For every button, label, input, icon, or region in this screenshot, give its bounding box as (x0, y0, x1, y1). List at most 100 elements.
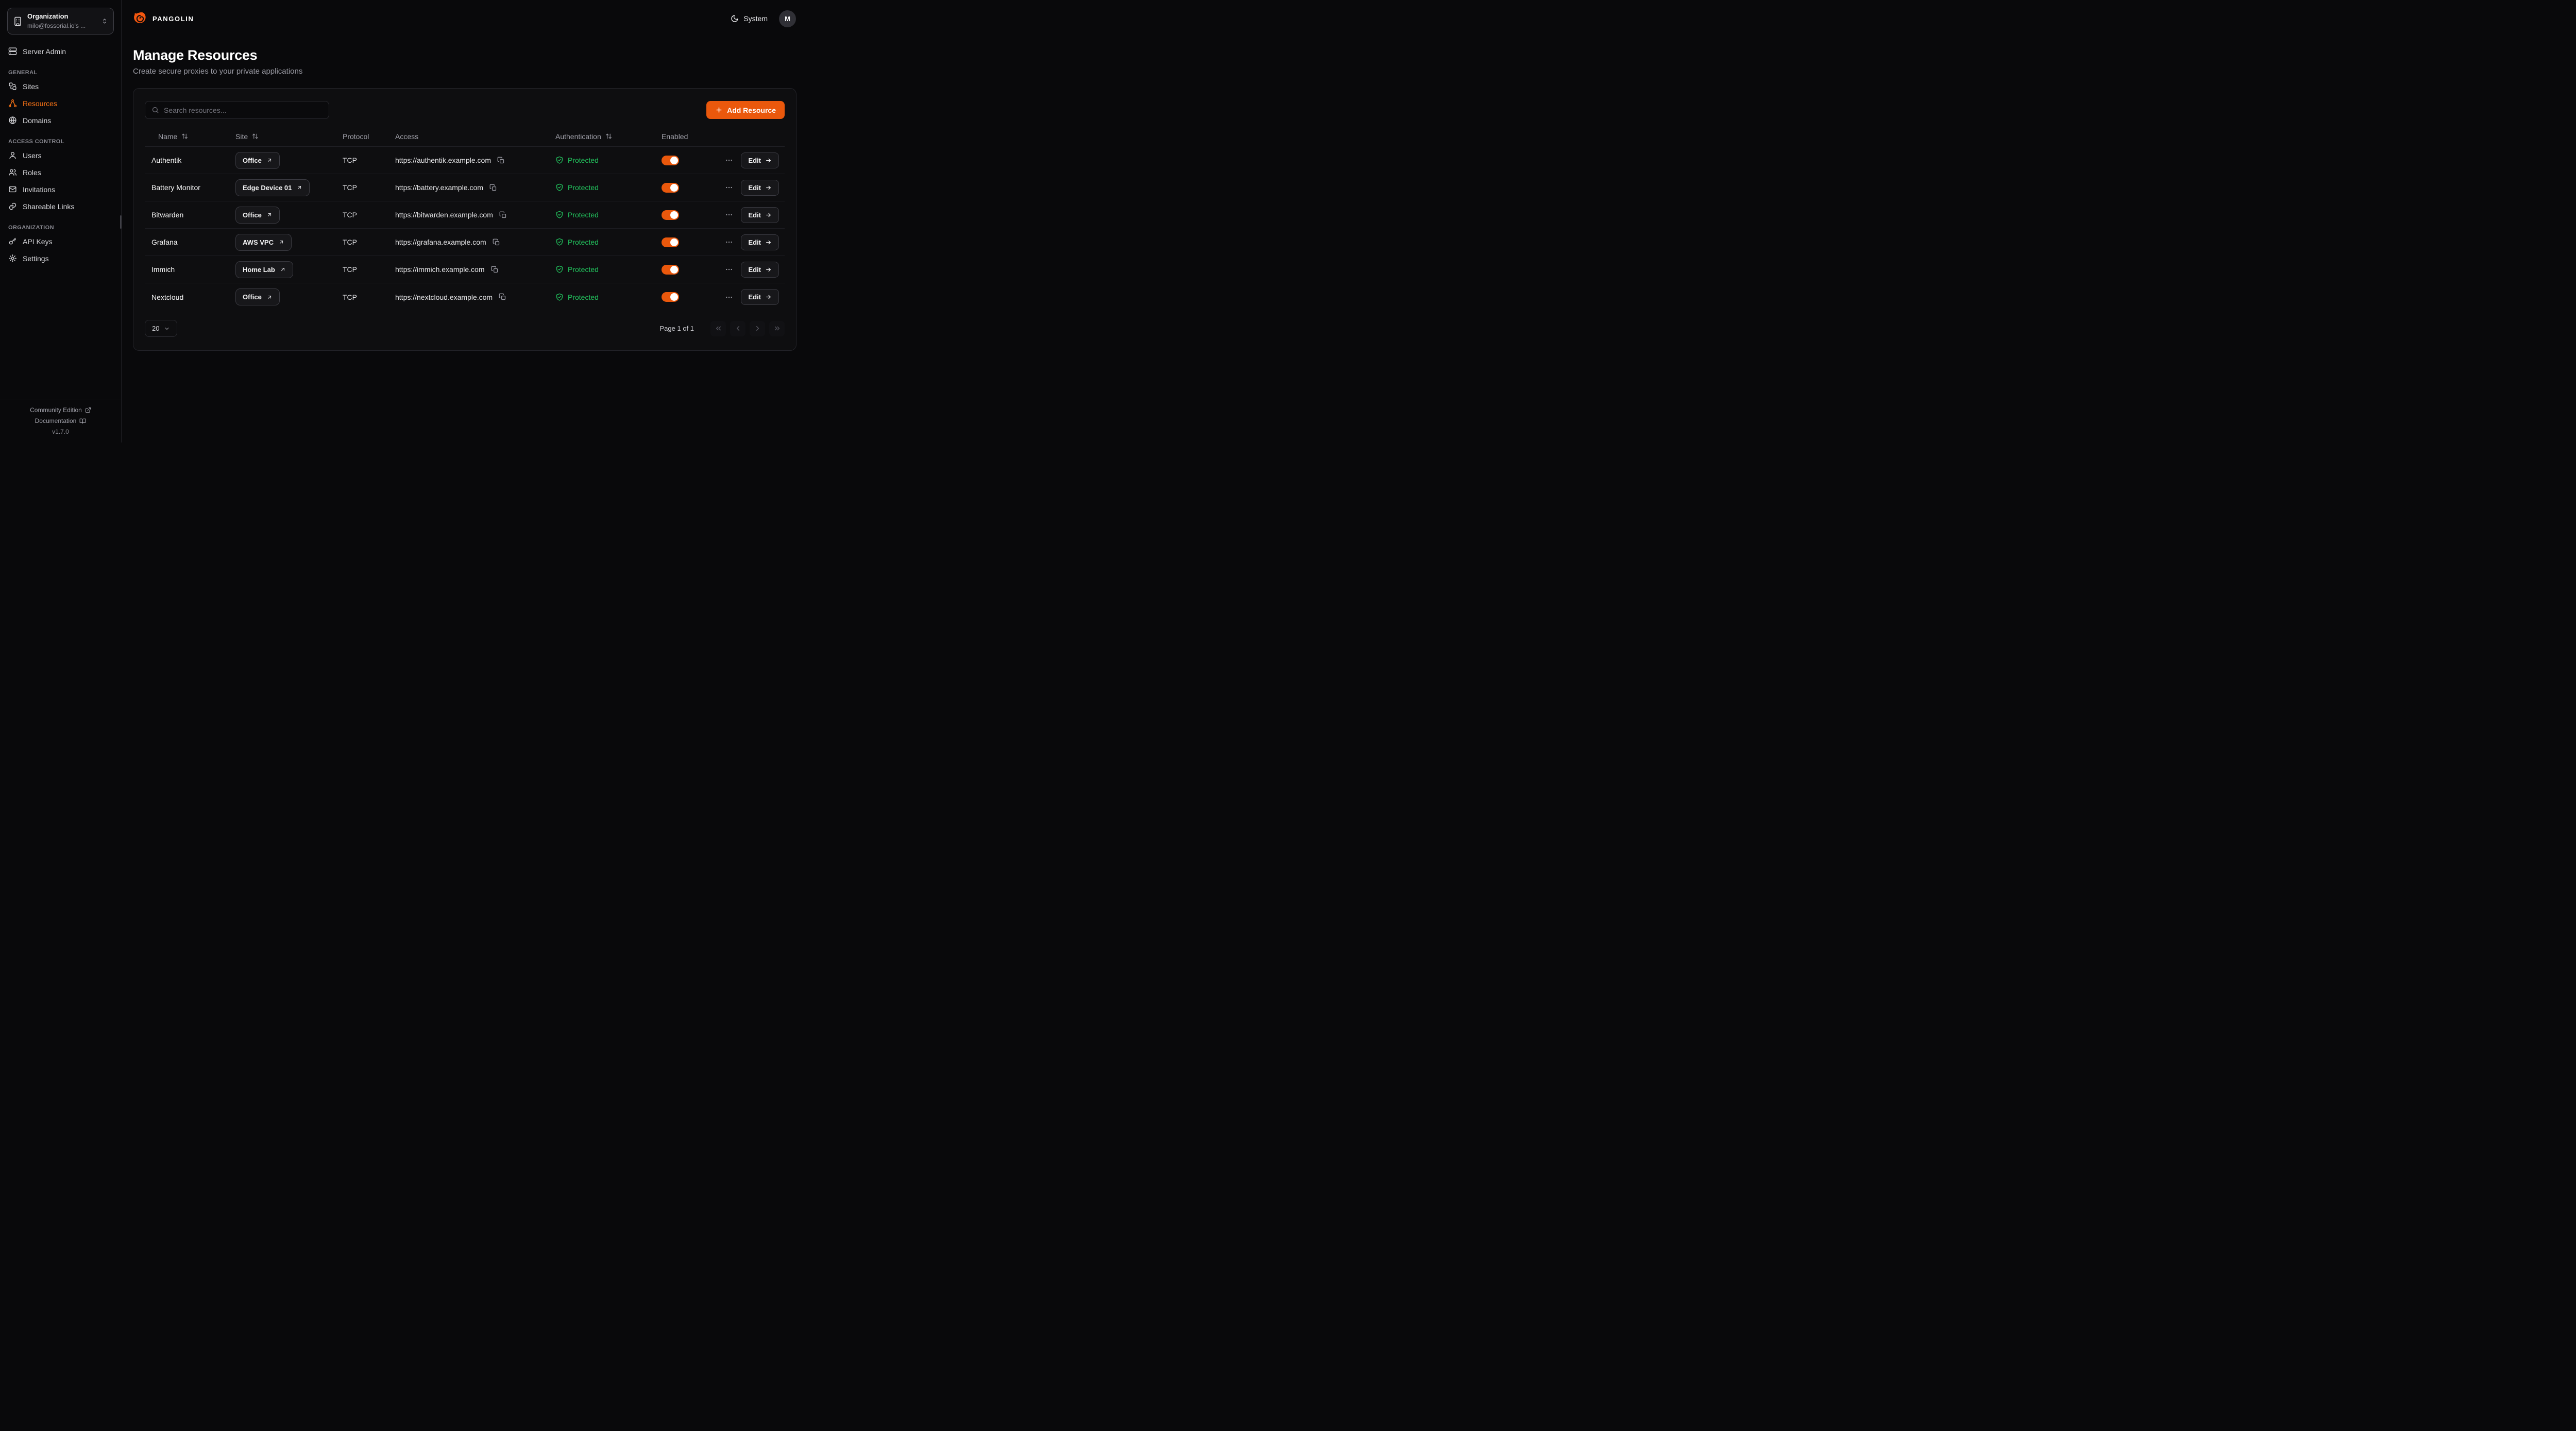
column-header-enabled: Enabled (655, 132, 717, 141)
auth-status: Protected (568, 211, 599, 219)
pagination-next-button[interactable] (750, 321, 765, 336)
topbar: PANGOLIN System M (122, 0, 808, 37)
arrow-up-right-icon (266, 294, 273, 300)
sidebar-item-label: Settings (23, 254, 49, 263)
resource-protocol: TCP (336, 238, 388, 246)
arrow-up-right-icon (280, 266, 286, 272)
row-actions-button[interactable] (724, 292, 734, 302)
sidebar-item-sites[interactable]: Sites (8, 78, 113, 95)
enabled-toggle[interactable] (662, 292, 679, 302)
row-actions-button[interactable] (724, 155, 734, 165)
table-row: Nextcloud Office TCP https://nextcloud.e… (145, 283, 785, 311)
sidebar-item-domains[interactable]: Domains (8, 112, 113, 129)
resource-url: https://battery.example.com (395, 183, 483, 192)
search-icon (151, 106, 159, 114)
edit-button[interactable]: Edit (741, 152, 779, 168)
column-label: Name (158, 132, 177, 141)
sites-icon (8, 82, 17, 91)
plus-icon (715, 106, 723, 114)
edit-label: Edit (748, 266, 761, 274)
edit-label: Edit (748, 184, 761, 192)
sidebar-item-label: Sites (23, 82, 39, 91)
sort-icon (252, 133, 259, 140)
page-size-select[interactable]: 20 (145, 320, 177, 337)
section-label-general: GENERAL (8, 70, 113, 76)
auth-status: Protected (568, 265, 599, 274)
community-edition-link[interactable]: Community Edition (30, 406, 91, 414)
site-name: Office (243, 211, 262, 219)
resources-card: Add Resource Name Site Protocol Access (133, 88, 796, 351)
enabled-toggle[interactable] (662, 265, 679, 275)
site-link-button[interactable]: Office (235, 288, 280, 305)
sidebar-item-roles[interactable]: Roles (8, 164, 113, 181)
site-link-button[interactable]: AWS VPC (235, 234, 292, 251)
enabled-toggle[interactable] (662, 156, 679, 165)
column-header-site[interactable]: Site (229, 132, 336, 141)
column-header-name[interactable]: Name (145, 132, 229, 141)
enabled-toggle[interactable] (662, 237, 679, 247)
brand-name: PANGOLIN (152, 15, 194, 23)
sidebar-item-api-keys[interactable]: API Keys (8, 233, 113, 250)
sidebar-item-shareable-links[interactable]: Shareable Links (8, 198, 113, 215)
page-info: Page 1 of 1 (660, 325, 694, 332)
theme-toggle[interactable]: System (731, 14, 768, 23)
sidebar-item-label: Resources (23, 99, 57, 108)
copy-url-button[interactable] (496, 156, 506, 165)
resource-name: Immich (145, 265, 229, 274)
site-link-button[interactable]: Office (235, 207, 280, 224)
sidebar-item-label: Server Admin (23, 47, 66, 56)
page-head: Manage Resources Create secure proxies t… (122, 37, 808, 76)
site-link-button[interactable]: Home Lab (235, 261, 293, 278)
site-link-button[interactable]: Edge Device 01 (235, 179, 310, 196)
sidebar-resize-handle[interactable] (120, 215, 122, 229)
sidebar-item-invitations[interactable]: Invitations (8, 181, 113, 198)
edit-button[interactable]: Edit (741, 262, 779, 278)
row-actions-button[interactable] (724, 264, 734, 275)
edit-button[interactable]: Edit (741, 180, 779, 196)
resource-name: Bitwarden (145, 211, 229, 219)
shield-check-icon (555, 211, 564, 219)
sidebar-item-users[interactable]: Users (8, 147, 113, 164)
add-resource-button[interactable]: Add Resource (706, 101, 785, 119)
brand: PANGOLIN (133, 11, 194, 26)
table-footer: 20 Page 1 of 1 (145, 320, 785, 337)
sidebar-item-server-admin[interactable]: Server Admin (8, 43, 113, 60)
resource-url: https://grafana.example.com (395, 238, 486, 246)
pagination-last-button[interactable] (769, 321, 785, 336)
enabled-toggle[interactable] (662, 210, 679, 220)
copy-url-button[interactable] (492, 237, 501, 247)
sidebar-item-settings[interactable]: Settings (8, 250, 113, 267)
copy-url-button[interactable] (488, 183, 498, 193)
shield-check-icon (555, 265, 564, 274)
sidebar-item-resources[interactable]: Resources (8, 95, 113, 112)
auth-status: Protected (568, 156, 599, 164)
documentation-link[interactable]: Documentation (35, 417, 87, 424)
user-avatar[interactable]: M (779, 10, 796, 27)
page-title: Manage Resources (133, 47, 796, 63)
row-actions-button[interactable] (724, 237, 734, 247)
documentation-label: Documentation (35, 417, 77, 424)
pagination-prev-button[interactable] (730, 321, 745, 336)
site-link-button[interactable]: Office (235, 152, 280, 169)
sidebar-item-label: Roles (23, 168, 41, 177)
edit-button[interactable]: Edit (741, 289, 779, 305)
arrow-right-icon (765, 212, 772, 218)
enabled-toggle[interactable] (662, 183, 679, 193)
auth-status: Protected (568, 183, 599, 192)
search-input[interactable] (164, 106, 323, 114)
edit-button[interactable]: Edit (741, 234, 779, 250)
copy-url-button[interactable] (498, 210, 508, 220)
org-selector[interactable]: Organization milo@fossorial.io's ... (7, 8, 114, 35)
pagination-first-button[interactable] (710, 321, 726, 336)
resource-protocol: TCP (336, 265, 388, 274)
mail-icon (8, 185, 17, 194)
column-label: Site (235, 132, 248, 141)
column-header-authentication[interactable]: Authentication (549, 132, 655, 141)
row-actions-button[interactable] (724, 182, 734, 193)
row-actions-button[interactable] (724, 210, 734, 220)
copy-url-button[interactable] (490, 265, 500, 275)
resource-name: Battery Monitor (145, 183, 229, 192)
copy-url-button[interactable] (498, 292, 507, 302)
site-name: AWS VPC (243, 238, 274, 246)
edit-button[interactable]: Edit (741, 207, 779, 223)
